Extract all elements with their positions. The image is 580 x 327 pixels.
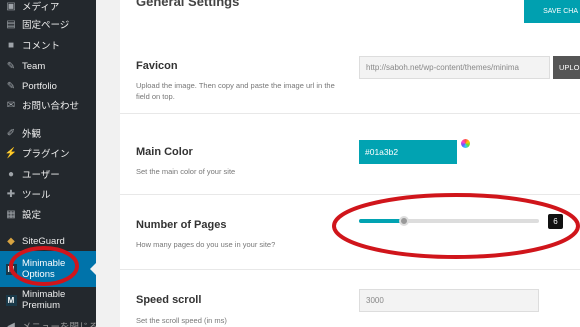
minimable-icon: M bbox=[5, 294, 17, 306]
page-title: General Settings bbox=[136, 0, 240, 9]
scroll-speed-input[interactable]: 3000 bbox=[359, 289, 539, 312]
setting-row-favicon: Favicon Upload the image. Then copy and … bbox=[120, 40, 580, 114]
setting-row-pages: Number of Pages How many pages do you us… bbox=[120, 195, 580, 270]
minimable-icon: M bbox=[5, 263, 17, 275]
setting-row-speed: Speed scroll Set the scroll speed (in ms… bbox=[120, 270, 580, 327]
sidebar-item-tools[interactable]: ✚ ツール bbox=[0, 184, 96, 204]
admin-sidebar: ▣ メディア ▤ 固定ページ ■ コメント ✎ Team ✎ Portfolio… bbox=[0, 0, 96, 327]
setting-description: Upload the image. Then copy and paste th… bbox=[136, 81, 335, 101]
sidebar-item-pages[interactable]: ▤ 固定ページ bbox=[0, 14, 96, 34]
setting-title: Number of Pages bbox=[136, 219, 227, 231]
setting-title: Main Color bbox=[136, 146, 193, 158]
menu-label-line1: Minimable bbox=[22, 258, 66, 269]
sidebar-item-minimable-premium[interactable]: M Minimable Premium bbox=[0, 288, 96, 312]
sidebar-item-appearance[interactable]: ✐ 外観 bbox=[0, 123, 96, 143]
sidebar-item-plugins[interactable]: ⚡ プラグイン bbox=[0, 143, 96, 163]
collapse-menu-button[interactable]: ◀ メニューを閉じる bbox=[0, 316, 96, 327]
plugin-icon: ⚡ bbox=[4, 147, 18, 159]
media-icon: ▣ bbox=[6, 0, 16, 12]
setting-title: Speed scroll bbox=[136, 294, 202, 306]
menu-label-line1: Minimable bbox=[22, 289, 66, 300]
shield-icon: ◆ bbox=[7, 235, 15, 247]
settings-panel: General Settings SAVE CHA Favicon Upload… bbox=[120, 0, 580, 327]
menu-label-line2: Options bbox=[22, 269, 55, 280]
pin-icon: ✎ bbox=[6, 80, 16, 92]
main-color-input[interactable]: #01a3b2 bbox=[359, 140, 457, 164]
sidebar-item-settings[interactable]: ▦ 設定 bbox=[0, 204, 96, 224]
setting-description: Set the scroll speed (in ms) bbox=[136, 316, 227, 325]
mail-icon: ✉ bbox=[6, 99, 16, 111]
setting-row-main-color: Main Color Set the main color of your si… bbox=[120, 114, 580, 195]
pin-icon: ✎ bbox=[6, 60, 16, 72]
user-icon: ● bbox=[7, 168, 15, 180]
setting-description: Set the main color of your site bbox=[136, 167, 236, 176]
wrench-icon: ✚ bbox=[6, 188, 16, 200]
main-content: General Settings SAVE CHA Favicon Upload… bbox=[96, 0, 580, 327]
comment-icon: ■ bbox=[7, 39, 15, 51]
sidebar-item-comments[interactable]: ■ コメント bbox=[0, 35, 96, 55]
settings-icon: ▦ bbox=[6, 208, 16, 220]
sidebar-item-contact[interactable]: ✉ お問い合わせ bbox=[0, 95, 96, 115]
brush-icon: ✐ bbox=[6, 127, 16, 139]
sidebar-item-portfolio[interactable]: ✎ Portfolio bbox=[0, 76, 96, 96]
page-icon: ▤ bbox=[6, 18, 16, 30]
sidebar-item-team[interactable]: ✎ Team bbox=[0, 56, 96, 76]
slider-handle[interactable] bbox=[399, 216, 409, 226]
favicon-url-input[interactable]: http://saboh.net/wp-content/themes/minim… bbox=[359, 56, 550, 79]
slider-fill bbox=[359, 219, 404, 223]
color-picker-icon[interactable] bbox=[461, 139, 470, 148]
sidebar-item-siteguard[interactable]: ◆ SiteGuard bbox=[0, 231, 96, 251]
sidebar-item-minimable-options[interactable]: M Minimable Options bbox=[0, 251, 96, 287]
setting-description: How many pages do you use in your site? bbox=[136, 240, 276, 249]
pages-value-badge: 6 bbox=[548, 214, 563, 229]
sidebar-item-users[interactable]: ● ユーザー bbox=[0, 164, 96, 184]
collapse-icon: ◀ bbox=[7, 320, 15, 327]
setting-title: Favicon bbox=[136, 60, 178, 72]
menu-label-line2: Premium bbox=[22, 300, 61, 311]
pages-slider[interactable] bbox=[359, 216, 539, 226]
upload-button[interactable]: UPLO bbox=[553, 56, 580, 79]
save-changes-button[interactable]: SAVE CHA bbox=[524, 0, 580, 23]
